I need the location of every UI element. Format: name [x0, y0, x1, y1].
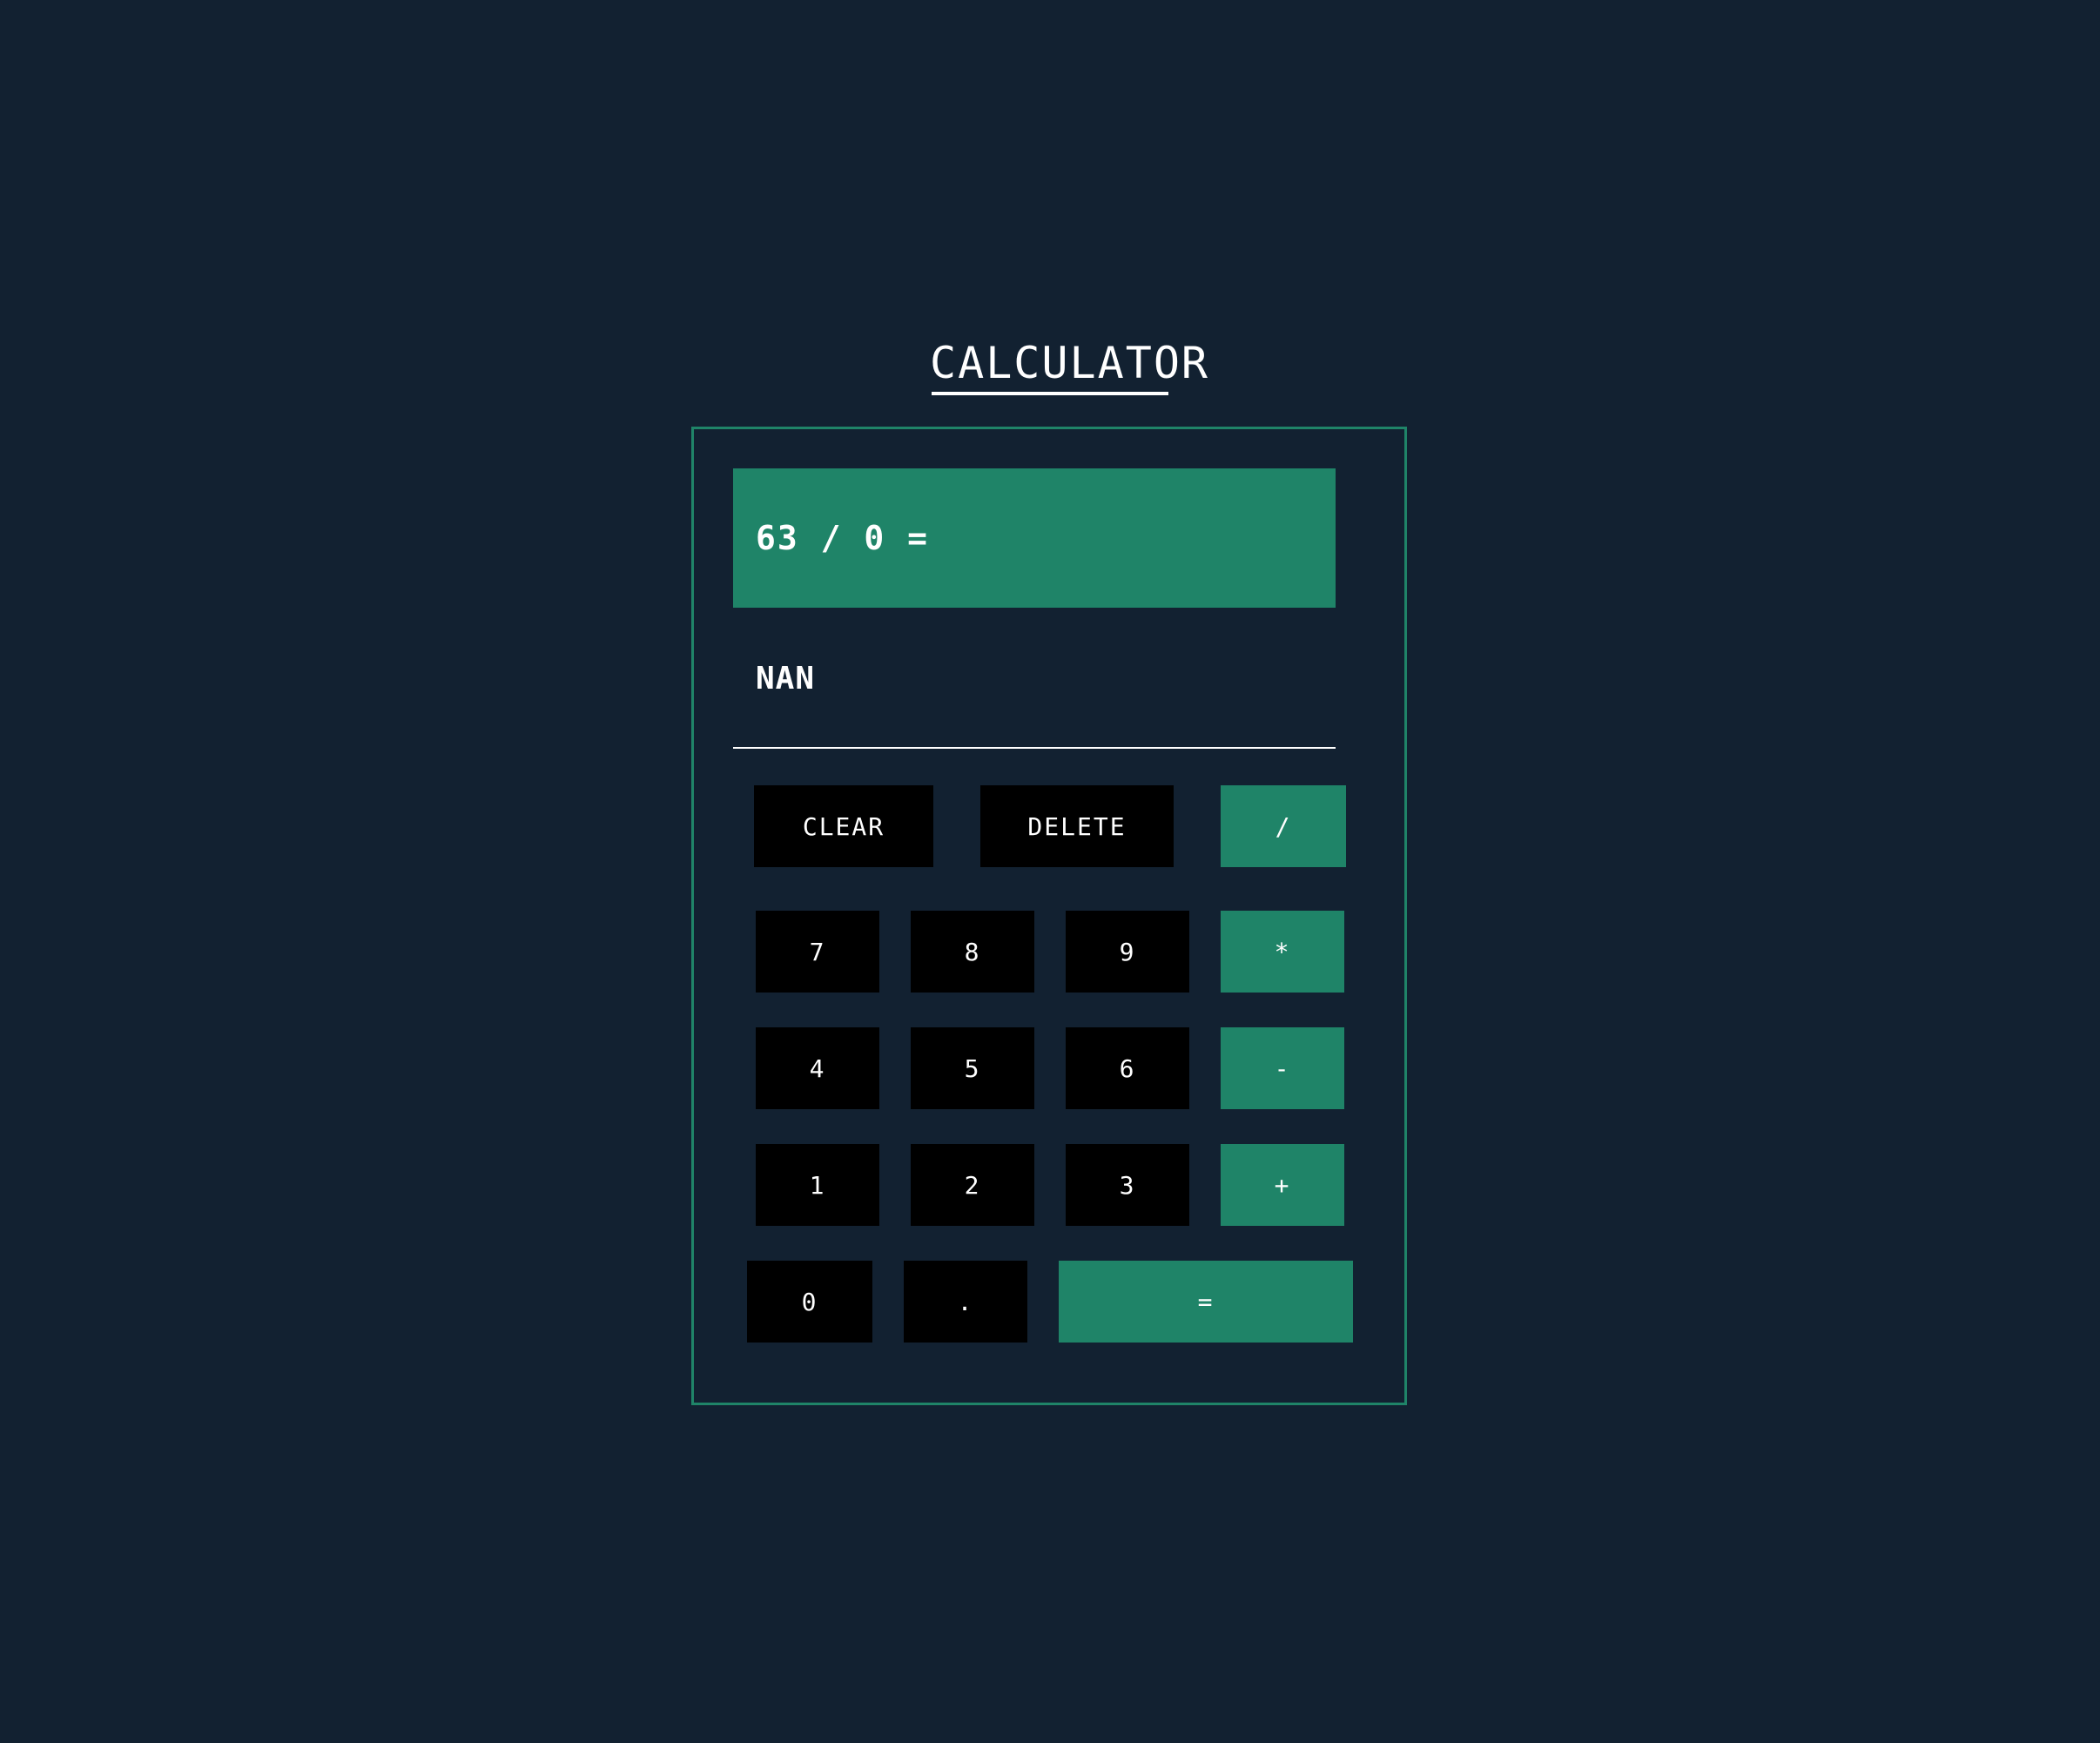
- digit-6-button[interactable]: 6: [1066, 1027, 1189, 1109]
- divide-button[interactable]: /: [1221, 785, 1346, 867]
- minus-button[interactable]: -: [1221, 1027, 1344, 1109]
- previous-operation-display: 63 / 0 =: [733, 468, 1336, 608]
- digit-1-button[interactable]: 1: [756, 1144, 879, 1226]
- multiply-button[interactable]: *: [1221, 911, 1344, 993]
- digit-7-button[interactable]: 7: [756, 911, 879, 993]
- equals-button[interactable]: =: [1059, 1261, 1353, 1343]
- clear-button[interactable]: CLEAR: [754, 785, 933, 867]
- page-title: CALCULATOR: [930, 338, 1210, 388]
- title-underline: [932, 392, 1168, 395]
- digit-2-button[interactable]: 2: [911, 1144, 1034, 1226]
- plus-button[interactable]: +: [1221, 1144, 1344, 1226]
- decimal-point-button[interactable]: .: [904, 1261, 1027, 1343]
- current-result-display: NAN: [733, 609, 1336, 749]
- digit-8-button[interactable]: 8: [911, 911, 1034, 993]
- previous-operation-text: 63 / 0 =: [756, 519, 930, 557]
- digit-0-button[interactable]: 0: [747, 1261, 872, 1343]
- digit-4-button[interactable]: 4: [756, 1027, 879, 1109]
- digit-5-button[interactable]: 5: [911, 1027, 1034, 1109]
- delete-button[interactable]: DELETE: [980, 785, 1174, 867]
- digit-9-button[interactable]: 9: [1066, 911, 1189, 993]
- digit-3-button[interactable]: 3: [1066, 1144, 1189, 1226]
- current-result-text: NAN: [756, 660, 816, 697]
